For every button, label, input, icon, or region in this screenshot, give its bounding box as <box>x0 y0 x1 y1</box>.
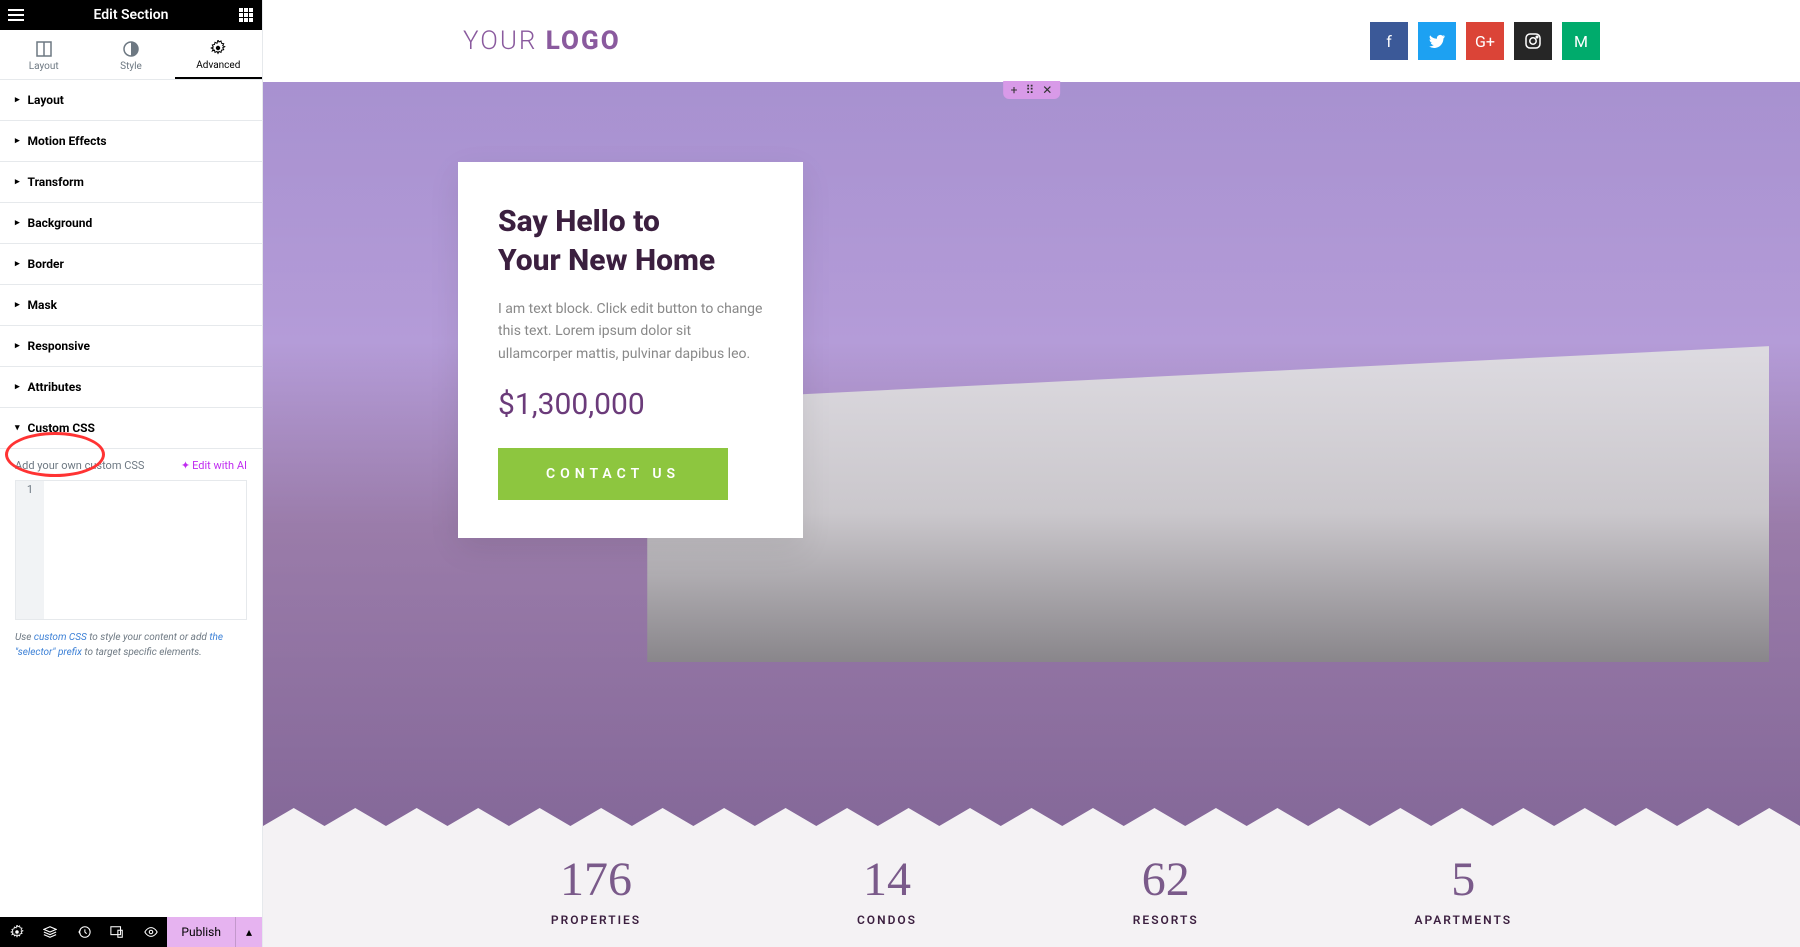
section-handle: + ⠿ ✕ <box>1003 81 1061 99</box>
publish-caret-icon[interactable]: ▴ <box>235 917 262 947</box>
sidebar-footer: Publish ▴ <box>0 917 262 947</box>
accordion-border[interactable]: Border <box>0 244 262 285</box>
site-logo[interactable]: YOUR LOGO <box>463 26 621 56</box>
accordion-motion-effects[interactable]: Motion Effects <box>0 121 262 162</box>
history-icon[interactable] <box>67 917 100 947</box>
twitter-icon[interactable] <box>1418 22 1456 60</box>
stat-properties: 176PROPERTIES <box>551 852 641 927</box>
custom-css-section: Add your own custom CSS ✦ Edit with AI 1… <box>0 449 262 670</box>
tab-advanced-label: Advanced <box>196 60 240 71</box>
medium-icon[interactable]: M <box>1562 22 1600 60</box>
add-section-icon[interactable]: + <box>1011 83 1018 97</box>
panel-body: Layout Motion Effects Transform Backgrou… <box>0 80 262 917</box>
hero-body: I am text block. Click edit button to ch… <box>498 298 763 365</box>
hero-image <box>647 290 1769 662</box>
tab-style[interactable]: Style <box>87 30 174 79</box>
section-divider <box>263 808 1800 826</box>
preview-canvas: YOUR LOGO f G+ M + ⠿ ✕ Say Hello toYour … <box>263 0 1800 947</box>
tab-layout-label: Layout <box>29 61 59 72</box>
custom-css-hint: Use custom CSS to style your content or … <box>15 630 247 660</box>
edit-with-ai-button[interactable]: ✦ Edit with AI <box>181 459 247 472</box>
site-header: YOUR LOGO f G+ M <box>263 0 1800 82</box>
hero-section[interactable]: + ⠿ ✕ Say Hello toYour New Home I am tex… <box>263 82 1800 826</box>
code-textarea[interactable] <box>44 481 246 619</box>
navigator-icon[interactable] <box>33 917 66 947</box>
tab-style-label: Style <box>120 61 142 72</box>
publish-button[interactable]: Publish ▴ <box>167 917 262 947</box>
drag-section-icon[interactable]: ⠿ <box>1025 83 1034 97</box>
accordion-custom-css[interactable]: Custom CSS <box>0 408 262 449</box>
contact-button[interactable]: CONTACT US <box>498 448 728 500</box>
settings-icon[interactable] <box>0 917 33 947</box>
responsive-icon[interactable] <box>100 917 133 947</box>
accordion-responsive[interactable]: Responsive <box>0 326 262 367</box>
panel-title: Edit Section <box>94 7 169 23</box>
apps-grid-icon[interactable] <box>238 7 254 23</box>
css-code-editor[interactable]: 1 <box>15 480 247 620</box>
stats-section: 176PROPERTIES 14CONDOS 62RESORTS 5APARTM… <box>263 826 1800 947</box>
hero-title: Say Hello toYour New Home <box>498 202 763 280</box>
accordion-background[interactable]: Background <box>0 203 262 244</box>
sidebar-header: Edit Section <box>0 0 262 30</box>
hero-price: $1,300,000 <box>498 387 763 422</box>
menu-icon[interactable] <box>8 7 24 23</box>
stat-condos: 14CONDOS <box>857 852 917 927</box>
stat-apartments: 5APARTMENTS <box>1414 852 1512 927</box>
code-gutter: 1 <box>16 481 44 619</box>
close-section-icon[interactable]: ✕ <box>1042 83 1052 97</box>
facebook-icon[interactable]: f <box>1370 22 1408 60</box>
instagram-icon[interactable] <box>1514 22 1552 60</box>
tab-advanced[interactable]: Advanced <box>175 30 262 79</box>
accordion-layout[interactable]: Layout <box>0 80 262 121</box>
googleplus-icon[interactable]: G+ <box>1466 22 1504 60</box>
hero-card: Say Hello toYour New Home I am text bloc… <box>458 162 803 538</box>
stat-resorts: 62RESORTS <box>1133 852 1199 927</box>
custom-css-label: Add your own custom CSS <box>15 459 144 472</box>
editor-sidebar: Edit Section Layout Style Advanced Layou… <box>0 0 263 947</box>
tab-layout[interactable]: Layout <box>0 30 87 79</box>
accordion-transform[interactable]: Transform <box>0 162 262 203</box>
social-links: f G+ M <box>1370 22 1600 60</box>
preview-icon[interactable] <box>134 917 167 947</box>
accordion-mask[interactable]: Mask <box>0 285 262 326</box>
tabs-row: Layout Style Advanced <box>0 30 262 80</box>
accordion-attributes[interactable]: Attributes <box>0 367 262 408</box>
